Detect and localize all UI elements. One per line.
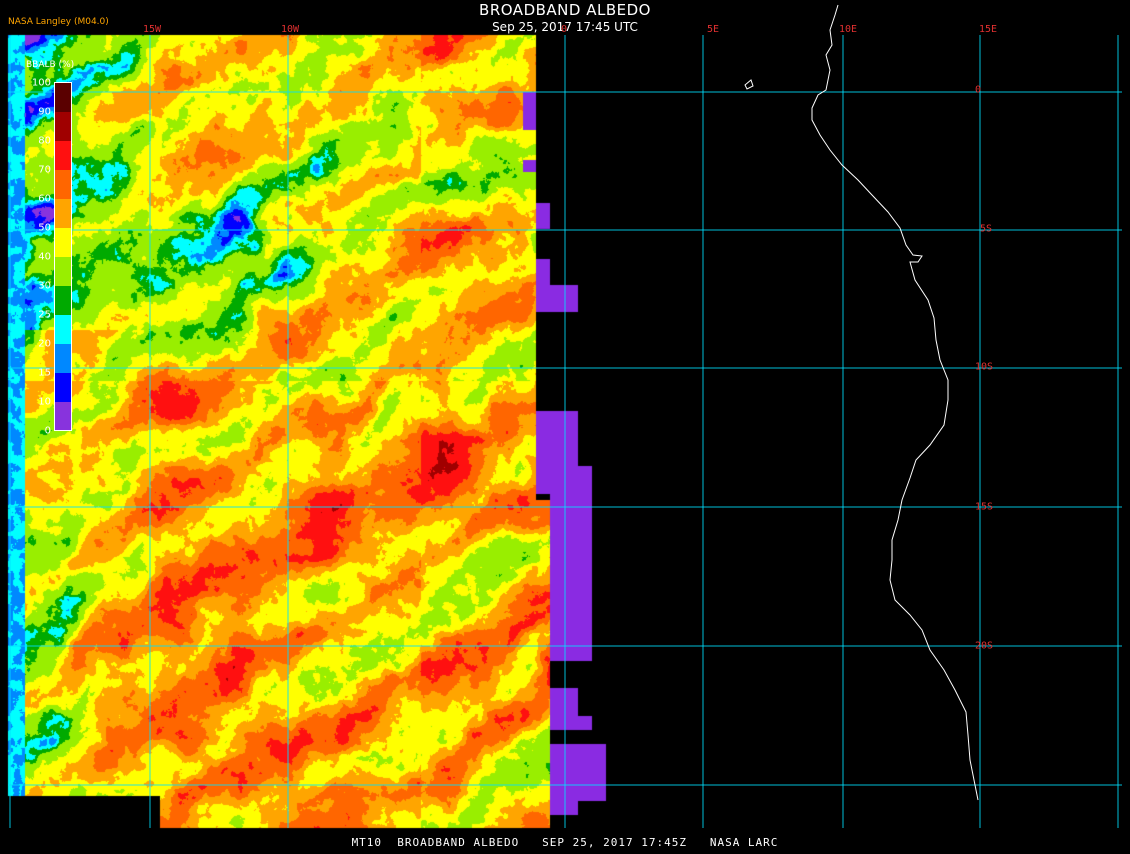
lat-label-15s: 15S <box>975 501 994 513</box>
lat-lon-grid <box>8 35 1122 828</box>
lon-label-15e: 15E <box>978 24 998 35</box>
legend-tick-label: 60 <box>38 193 51 205</box>
albedo-map: BROADBAND ALBEDO Sep 25, 2017 17:45 UTC … <box>0 0 1130 850</box>
lon-label-10w: 10W <box>280 24 300 35</box>
legend-tick-label: 100 <box>31 77 51 89</box>
lat-label-0: 0 <box>975 84 982 96</box>
lat-label-5s: 5S <box>980 223 993 235</box>
legend-tick-label: 50 <box>38 222 51 234</box>
lon-label-5e: 5E <box>706 24 720 35</box>
legend-tick-label: 40 <box>38 251 51 263</box>
lat-label-20s: 20S <box>975 640 994 652</box>
lat-label-10s: 10S <box>975 361 994 373</box>
legend-tick-label: 0 <box>44 425 51 437</box>
map-title: BROADBAND ALBEDO <box>479 1 651 19</box>
legend-tick-label: 10 <box>38 396 51 408</box>
legend-tick-label: 90 <box>38 106 51 118</box>
lon-label-15w: 15W <box>142 24 162 35</box>
legend-tick-label: 20 <box>38 338 51 350</box>
lon-label-0: 0 <box>560 24 568 35</box>
legend-tick-label: 25 <box>38 309 51 321</box>
coastline <box>811 4 979 801</box>
legend-tick-label: 15 <box>38 367 51 379</box>
producer-label: NASA Langley (M04.0) <box>8 17 109 27</box>
legend-tick-label: 80 <box>38 135 51 147</box>
footer-caption: MT10 BROADBAND ALBEDO SEP 25, 2017 17:45… <box>351 836 779 849</box>
lon-label-10e: 10E <box>838 24 858 35</box>
legend-tick-label: 30 <box>38 280 51 292</box>
legend-title: BBALB (%) <box>26 60 75 70</box>
map-overlay <box>8 4 1122 828</box>
legend-tick-label: 70 <box>38 164 51 176</box>
legend-frame <box>54 82 72 431</box>
color-legend: BBALB (%) 100 90 80 70 60 50 40 30 25 20 15 10 0 <box>26 60 78 437</box>
island-outline <box>744 79 754 90</box>
